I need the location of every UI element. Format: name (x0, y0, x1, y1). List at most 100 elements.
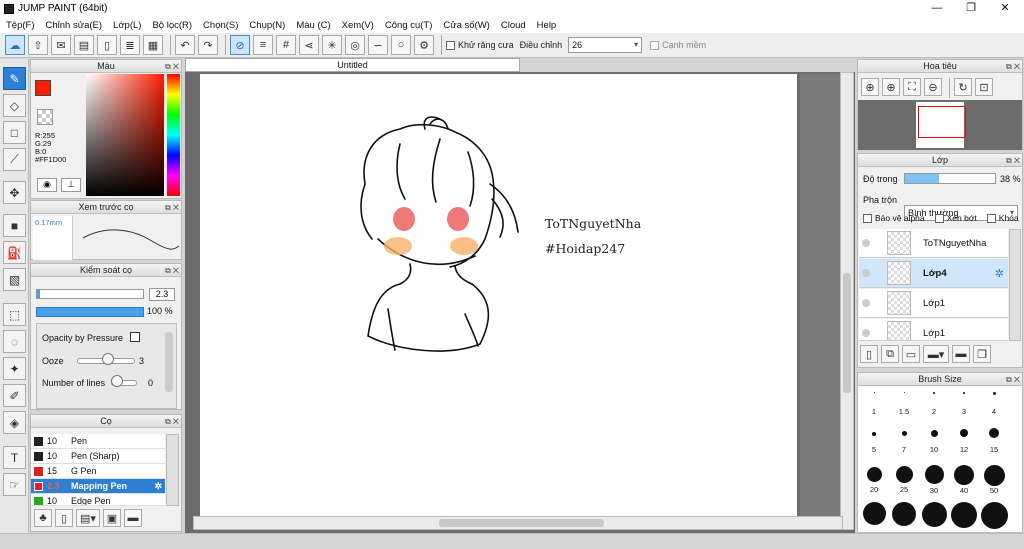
perspective-icon[interactable]: ⋖ (299, 35, 319, 55)
rectangle-tool-icon[interactable]: □ (3, 121, 26, 144)
no-ruler-icon[interactable]: ⊘ (230, 35, 250, 55)
menu-window[interactable]: Cửa số(W) (443, 20, 489, 31)
brush-size-option[interactable] (920, 502, 948, 527)
fit-window-icon[interactable]: ⛶ (903, 78, 921, 96)
opacity-slider[interactable] (36, 307, 144, 317)
menu-layer[interactable]: Lớp(L) (113, 20, 141, 31)
navigator-preview[interactable] (858, 100, 1022, 150)
close-button[interactable]: ✕ (988, 0, 1022, 17)
document-tab[interactable]: Untitled (185, 58, 520, 72)
palette-icon[interactable]: ◉ (37, 178, 57, 192)
brush-list-item[interactable]: 15 G Pen (31, 464, 165, 479)
brush-size-option[interactable]: 40 (950, 465, 978, 495)
layer-menu-icon[interactable]: ▬▾ (923, 345, 949, 363)
zoom-fit-icon[interactable]: ⊕ (882, 78, 900, 96)
brush-size-option[interactable]: 1.5 (890, 392, 918, 416)
correction-select[interactable]: 26 (568, 37, 643, 53)
transparent-swatch[interactable] (37, 109, 53, 125)
brush-preset-icon[interactable]: ♣ (34, 509, 52, 527)
brush-size-option[interactable] (980, 502, 1008, 529)
paste-layer-icon[interactable]: ▭ (902, 345, 920, 363)
rotate-icon[interactable]: ↻ (954, 78, 972, 96)
menu-help[interactable]: Help (537, 20, 557, 31)
minimize-button[interactable]: — (920, 0, 954, 17)
soft-edge-checkbox[interactable] (650, 40, 660, 50)
ooze-slider-thumb[interactable] (102, 353, 114, 365)
menu-edit[interactable]: Chỉnh sửa(E) (46, 20, 103, 31)
layer-visibility-icon[interactable] (862, 329, 870, 337)
radial-icon[interactable]: ✳ (322, 35, 342, 55)
restore-button[interactable]: ❐ (954, 0, 988, 17)
layers-scrollbar[interactable] (1009, 229, 1021, 341)
brush-settings-icon[interactable]: ✲ (154, 479, 162, 493)
layer-opacity-slider[interactable] (904, 173, 996, 184)
drawing-canvas[interactable]: ToTNguyetNha #Hoidap247 (200, 74, 797, 516)
new-brush-icon[interactable]: ▯ (55, 509, 73, 527)
layer-row[interactable]: Lớp1 (859, 289, 1008, 318)
brush-size-option[interactable] (890, 502, 918, 526)
brush-size-option[interactable]: 3 (950, 392, 978, 416)
duplicate-layer-icon[interactable]: ❐ (973, 345, 991, 363)
panel-controls-icon[interactable]: ⧉ ✕ (1006, 374, 1020, 386)
copy-layer-icon[interactable]: ⧉ (881, 345, 899, 363)
layer-folder-icon[interactable]: ▬ (952, 345, 970, 363)
menu-cloud[interactable]: Cloud (501, 20, 526, 31)
comment-icon[interactable]: ✉ (51, 35, 71, 55)
brush-size-option[interactable]: 25 (890, 466, 918, 494)
line-tool-icon[interactable]: ⟋ (3, 148, 26, 171)
brush-list-item[interactable]: 10 Pen (31, 434, 165, 449)
zoom-in-icon[interactable]: ⊕ (861, 78, 879, 96)
grid-ruler-icon[interactable]: # (276, 35, 296, 55)
menu-filter[interactable]: Bộ lọc(R) (152, 20, 192, 31)
menu-capture[interactable]: Chụp(N) (249, 20, 285, 31)
layer-row[interactable]: Lớp1 (859, 319, 1008, 341)
panel-controls-icon[interactable]: ⧉ ✕ (1006, 61, 1020, 73)
vertical-scrollbar[interactable] (840, 72, 854, 530)
options-scrollbar[interactable] (165, 332, 173, 392)
opacity-pressure-checkbox[interactable] (130, 332, 140, 342)
flip-icon[interactable]: ⊡ (975, 78, 993, 96)
menu-select[interactable]: Chọn(S) (203, 20, 238, 31)
brush-size-option[interactable]: 7 (890, 431, 918, 454)
menu-file[interactable]: Tệp(F) (6, 20, 35, 31)
layer-row[interactable]: ToTNguyetNha (859, 229, 1008, 258)
fill-rect-tool-icon[interactable]: ■ (3, 214, 26, 237)
menu-color[interactable]: Màu (C) (296, 20, 330, 31)
eraser-tool-icon[interactable]: ◇ (3, 94, 26, 117)
layer-visibility-icon[interactable] (862, 269, 870, 277)
swap-colors-icon[interactable]: ⊥ (61, 178, 81, 192)
lasso-icon[interactable]: ◌ (3, 330, 26, 353)
export-icon[interactable]: ⇧ (28, 35, 48, 55)
brush-size-option[interactable]: 20 (860, 467, 888, 494)
lock-checkbox[interactable] (986, 213, 996, 223)
brush-size-option[interactable]: 5 (860, 432, 888, 454)
grid-settings-icon[interactable]: ▦ (143, 35, 163, 55)
message-icon[interactable]: ▤ (74, 35, 94, 55)
select-eraser-icon[interactable]: ◈ (3, 411, 26, 434)
size-slider[interactable] (36, 289, 144, 299)
brush-size-option[interactable] (860, 502, 888, 525)
saturation-value-picker[interactable] (86, 74, 164, 196)
select-rect-icon[interactable]: ⬚ (3, 303, 26, 326)
panel-controls-icon[interactable]: ⧉ ✕ (165, 265, 179, 277)
primary-color-swatch[interactable] (35, 80, 51, 96)
protect-alpha-checkbox[interactable] (863, 213, 872, 223)
brush-tool-icon[interactable]: ✎ (3, 67, 26, 90)
brush-list-item[interactable]: 10 Edge Pen (31, 494, 165, 506)
new-layer-icon[interactable]: ▯ (860, 345, 878, 363)
undo-icon[interactable]: ↶ (175, 35, 195, 55)
brush-size-option[interactable]: 15 (980, 428, 1008, 454)
circle-ruler-icon[interactable]: ○ (391, 35, 411, 55)
brush-size-option[interactable]: 2 (920, 392, 948, 416)
gradient-tool-icon[interactable]: ▧ (3, 268, 26, 291)
hue-slider[interactable] (167, 74, 180, 196)
hand-tool-icon[interactable]: ☞ (3, 473, 26, 496)
bucket-tool-icon[interactable]: ⛽ (3, 241, 26, 264)
antialias-option[interactable]: Khử răng cưa (446, 40, 514, 50)
panel-controls-icon[interactable]: ⧉ ✕ (165, 202, 179, 214)
brush-size-option[interactable] (950, 502, 978, 528)
panel-controls-icon[interactable]: ⧉ ✕ (165, 61, 179, 73)
panel-controls-icon[interactable]: ⧉ ✕ (165, 416, 179, 428)
curve-ruler-icon[interactable]: ∽ (368, 35, 388, 55)
magic-wand-icon[interactable]: ✦ (3, 357, 26, 380)
